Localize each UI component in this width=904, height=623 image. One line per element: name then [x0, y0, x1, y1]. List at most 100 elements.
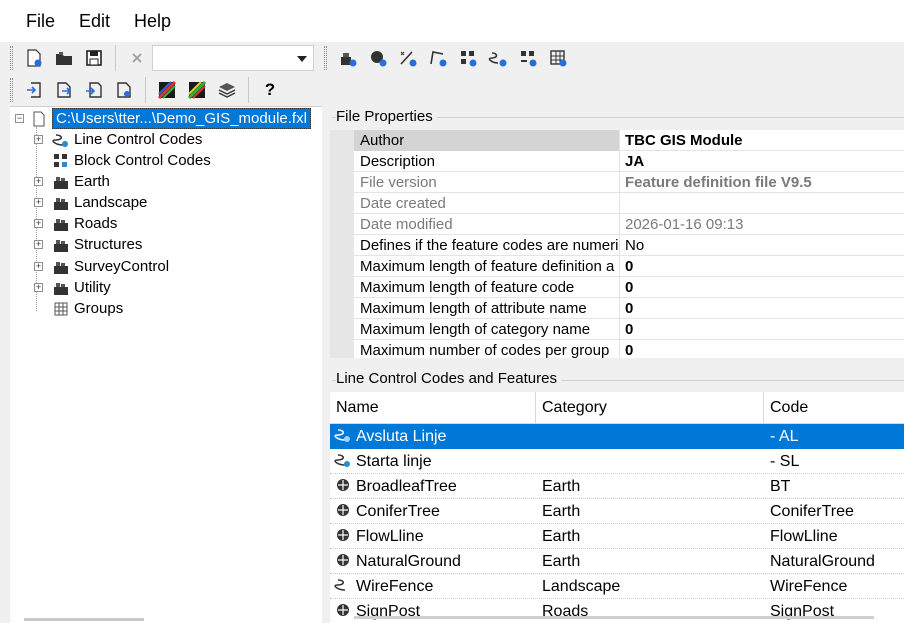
table-horizontal-scrollbar[interactable]	[354, 616, 874, 619]
add-group-button[interactable]	[545, 45, 571, 71]
file-properties-title: File Properties	[336, 108, 437, 125]
column-header-code[interactable]: Code	[764, 392, 904, 424]
open-folder-icon	[56, 52, 72, 65]
line-control-icon	[334, 429, 350, 442]
attribute-add-icon	[521, 51, 537, 67]
import-button[interactable]	[21, 77, 47, 103]
table-row[interactable]: ConiferTree Earth ConiferTree	[330, 499, 904, 524]
tree-horizontal-scrollbar[interactable]	[24, 618, 144, 621]
expand-icon[interactable]: +	[34, 283, 43, 292]
open-file-button[interactable]	[51, 45, 77, 71]
code-combobox[interactable]	[152, 45, 314, 71]
category-icon	[52, 236, 70, 254]
property-row-max-attribute-name[interactable]: Maximum length of attribute name 0	[354, 298, 904, 319]
add-block-control-button[interactable]	[455, 45, 481, 71]
expand-icon[interactable]: +	[34, 198, 43, 207]
color-palette-icon	[157, 80, 177, 100]
add-line-control-button[interactable]	[485, 45, 511, 71]
menu-file[interactable]: File	[14, 0, 67, 42]
toolbar-grip[interactable]	[324, 46, 327, 70]
tree-item-roads[interactable]: + Roads	[34, 213, 117, 234]
import-file-button[interactable]	[81, 77, 107, 103]
layers-button[interactable]	[214, 77, 240, 103]
tree-item-surveycontrol[interactable]: + SurveyControl	[34, 256, 169, 277]
tree-item-landscape[interactable]: + Landscape	[34, 192, 147, 213]
secondary-toolbar: ?	[10, 74, 285, 106]
export-button[interactable]	[51, 77, 77, 103]
collapse-icon[interactable]: −	[15, 114, 24, 123]
export-icon	[57, 82, 72, 98]
tree-root-label: C:\Users\tter...\Demo_GIS_module.fxl	[52, 108, 311, 129]
tree-item-block-control-codes[interactable]: Block Control Codes	[34, 150, 211, 171]
table-row[interactable]: SignPost Roads SignPost	[330, 599, 904, 623]
symbology-button[interactable]	[154, 77, 180, 103]
property-row-max-feature-code[interactable]: Maximum length of feature code 0	[354, 277, 904, 298]
property-row-numeric-codes[interactable]: Defines if the feature codes are numeri …	[354, 235, 904, 256]
codes-table[interactable]: Name Category Code Avsluta Linje - AL St…	[330, 392, 904, 623]
expand-icon[interactable]: +	[34, 262, 43, 271]
layers-icon	[218, 83, 236, 98]
property-gutter	[330, 130, 354, 358]
block-control-add-icon	[461, 51, 477, 67]
menu-help[interactable]: Help	[122, 0, 183, 42]
table-row[interactable]: FlowLline Earth FlowLline	[330, 524, 904, 549]
help-button[interactable]: ?	[257, 77, 283, 103]
save-button[interactable]	[81, 45, 107, 71]
export-file-button[interactable]	[111, 77, 137, 103]
expand-icon[interactable]: +	[34, 135, 43, 144]
file-icon	[30, 110, 48, 128]
save-icon	[86, 50, 102, 66]
point-feature-icon	[337, 529, 349, 541]
category-add-icon	[341, 53, 357, 67]
group-add-icon	[550, 50, 567, 67]
table-header: Name Category Code	[330, 392, 904, 424]
property-row-max-category-name[interactable]: Maximum length of category name 0	[354, 319, 904, 340]
property-row-max-feature-definition[interactable]: Maximum length of feature definition a 0	[354, 256, 904, 277]
tree-item-utility[interactable]: + Utility	[34, 277, 111, 298]
symbology-alt-button[interactable]	[184, 77, 210, 103]
expand-icon[interactable]: +	[34, 177, 43, 186]
export-file-icon	[117, 82, 131, 98]
table-row[interactable]: BroadleafTree Earth BT	[330, 474, 904, 499]
column-header-name[interactable]: Name	[330, 392, 536, 424]
table-row[interactable]: Starta linje - SL	[330, 449, 904, 474]
tree-item-structures[interactable]: + Structures	[34, 234, 142, 255]
add-line-feature-button[interactable]	[395, 45, 421, 71]
expand-icon[interactable]: +	[34, 240, 43, 249]
add-point-feature-button[interactable]	[365, 45, 391, 71]
tree-item-earth[interactable]: + Earth	[34, 171, 110, 192]
column-header-category[interactable]: Category	[536, 392, 764, 424]
toolbar-grip[interactable]	[10, 46, 13, 70]
line-control-icon	[52, 131, 70, 149]
point-feature-icon	[337, 604, 349, 616]
codes-table-title: Line Control Codes and Features	[336, 370, 561, 387]
point-feature-add-icon	[371, 51, 387, 67]
property-row-author[interactable]: Author TBC GIS Module	[354, 130, 904, 151]
toolbar-grip[interactable]	[10, 78, 13, 102]
point-feature-icon	[337, 554, 349, 566]
table-row[interactable]: NaturalGround Earth NaturalGround	[330, 549, 904, 574]
line-feature-add-icon	[400, 51, 417, 67]
property-row-file-version[interactable]: File version Feature definition file V9.…	[354, 172, 904, 193]
property-row-date-created[interactable]: Date created	[354, 193, 904, 214]
file-properties-grid[interactable]: Author TBC GIS Module Description JA Fil…	[330, 130, 904, 358]
add-attribute-button[interactable]	[515, 45, 541, 71]
new-file-icon	[27, 49, 42, 67]
add-polygon-feature-button[interactable]	[425, 45, 451, 71]
chevron-down-icon[interactable]	[297, 56, 307, 62]
menu-edit[interactable]: Edit	[67, 0, 122, 42]
add-category-button[interactable]	[335, 45, 361, 71]
property-row-description[interactable]: Description JA	[354, 151, 904, 172]
feature-tree[interactable]: − C:\Users\tter...\Demo_GIS_module.fxl +…	[10, 106, 322, 623]
property-row-date-modified[interactable]: Date modified 2026-01-16 09:13	[354, 214, 904, 235]
new-file-button[interactable]	[21, 45, 47, 71]
details-panel: File Properties Author TBC GIS Module De…	[328, 106, 904, 623]
tree-root[interactable]: − C:\Users\tter...\Demo_GIS_module.fxl	[12, 108, 311, 129]
tree-item-groups[interactable]: Groups	[34, 298, 123, 319]
expand-icon[interactable]: +	[34, 219, 43, 228]
tree-item-line-control-codes[interactable]: + Line Control Codes	[34, 129, 202, 150]
table-row[interactable]: WireFence Landscape WireFence	[330, 574, 904, 599]
delete-button[interactable]	[124, 45, 150, 71]
property-row-max-codes-per-group[interactable]: Maximum number of codes per group 0	[354, 340, 904, 358]
table-row[interactable]: Avsluta Linje - AL	[330, 424, 904, 449]
